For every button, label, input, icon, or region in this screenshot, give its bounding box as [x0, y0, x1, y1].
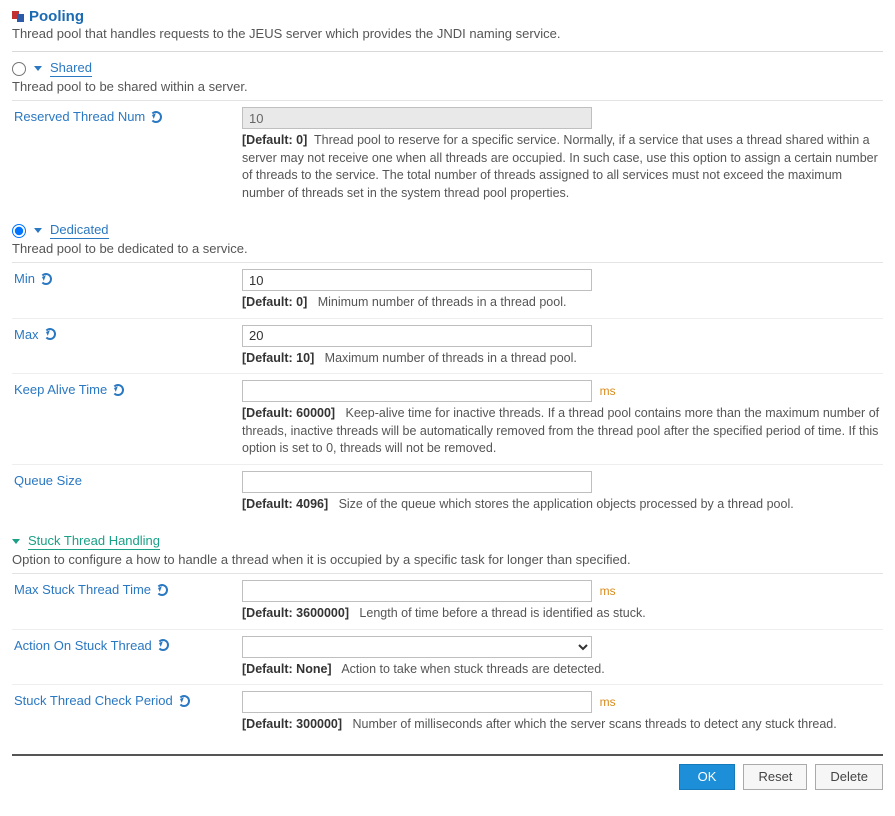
row-queue: Queue Size [Default: 4096] Size of the q… [12, 464, 883, 520]
min-label-text: Min [14, 271, 35, 286]
reserved-value-cell: [Default: 0] Thread pool to reserve for … [242, 107, 883, 202]
shared-radio[interactable] [12, 62, 26, 76]
max-default: [Default: 10] [242, 351, 314, 365]
flag-icon [12, 11, 25, 22]
page-title: Pooling [29, 8, 84, 25]
caret-down-icon[interactable] [34, 66, 42, 71]
refresh-icon[interactable] [44, 328, 56, 340]
button-row: OK Reset Delete [12, 764, 883, 790]
reserved-help: [Default: 0] Thread pool to reserve for … [242, 132, 883, 202]
queue-value-cell: [Default: 4096] Size of the queue which … [242, 471, 883, 514]
action-label-text: Action On Stuck Thread [14, 638, 152, 653]
dedicated-link[interactable]: Dedicated [50, 222, 109, 239]
refresh-icon[interactable] [40, 273, 52, 285]
max-help-text: Maximum number of threads in a thread po… [325, 351, 577, 365]
max-input[interactable] [242, 325, 592, 347]
stuck-link[interactable]: Stuck Thread Handling [28, 533, 160, 550]
maxstuck-unit: ms [600, 584, 616, 598]
row-reserved-thread-num: Reserved Thread Num [Default: 0] Thread … [12, 100, 883, 208]
row-action: Action On Stuck Thread [Default: None] A… [12, 629, 883, 685]
keepalive-label: Keep Alive Time [12, 380, 242, 397]
check-input[interactable] [242, 691, 592, 713]
action-select[interactable] [242, 636, 592, 658]
row-max: Max [Default: 10] Maximum number of thre… [12, 318, 883, 374]
ok-button[interactable]: OK [679, 764, 736, 790]
refresh-icon[interactable] [112, 384, 124, 396]
keepalive-help-text: Keep-alive time for inactive threads. If… [242, 406, 879, 455]
dedicated-desc: Thread pool to be dedicated to a service… [12, 241, 883, 256]
min-value-cell: [Default: 0] Minimum number of threads i… [242, 269, 883, 312]
action-value-cell: [Default: None] Action to take when stuc… [242, 636, 883, 679]
max-value-cell: [Default: 10] Maximum number of threads … [242, 325, 883, 368]
action-default: [Default: None] [242, 662, 332, 676]
maxstuck-default: [Default: 3600000] [242, 606, 349, 620]
dedicated-header: Dedicated [12, 222, 883, 239]
dedicated-radio[interactable] [12, 224, 26, 238]
row-keepalive: Keep Alive Time ms [Default: 60000] Keep… [12, 373, 883, 464]
queue-label-text: Queue Size [14, 473, 82, 488]
shared-link[interactable]: Shared [50, 60, 92, 77]
shared-desc: Thread pool to be shared within a server… [12, 79, 883, 94]
check-label: Stuck Thread Check Period [12, 691, 242, 708]
action-help-text: Action to take when stuck threads are de… [341, 662, 604, 676]
caret-down-icon[interactable] [12, 539, 20, 544]
maxstuck-value-cell: ms [Default: 3600000] Length of time bef… [242, 580, 883, 623]
keepalive-default: [Default: 60000] [242, 406, 335, 420]
check-label-text: Stuck Thread Check Period [14, 693, 173, 708]
max-help: [Default: 10] Maximum number of threads … [242, 350, 883, 368]
queue-label: Queue Size [12, 471, 242, 488]
queue-help-text: Size of the queue which stores the appli… [339, 497, 794, 511]
action-label: Action On Stuck Thread [12, 636, 242, 653]
max-label-text: Max [14, 327, 39, 342]
check-unit: ms [600, 695, 616, 709]
maxstuck-label-text: Max Stuck Thread Time [14, 582, 151, 597]
min-help: [Default: 0] Minimum number of threads i… [242, 294, 883, 312]
refresh-icon[interactable] [150, 111, 162, 123]
refresh-icon[interactable] [178, 695, 190, 707]
queue-help: [Default: 4096] Size of the queue which … [242, 496, 883, 514]
refresh-icon[interactable] [156, 584, 168, 596]
action-help: [Default: None] Action to take when stuc… [242, 661, 883, 679]
footer-divider [12, 754, 883, 756]
reserved-label-text: Reserved Thread Num [14, 109, 145, 124]
min-label: Min [12, 269, 242, 286]
maxstuck-help-text: Length of time before a thread is identi… [359, 606, 645, 620]
stuck-header: Stuck Thread Handling [12, 533, 883, 550]
maxstuck-input[interactable] [242, 580, 592, 602]
queue-default: [Default: 4096] [242, 497, 328, 511]
divider [12, 51, 883, 52]
row-min: Min [Default: 0] Minimum number of threa… [12, 262, 883, 318]
shared-header: Shared [12, 60, 883, 77]
queue-input[interactable] [242, 471, 592, 493]
delete-button[interactable]: Delete [815, 764, 883, 790]
keepalive-help: [Default: 60000] Keep-alive time for ina… [242, 405, 883, 458]
keepalive-unit: ms [600, 384, 616, 398]
check-help-text: Number of milliseconds after which the s… [352, 717, 836, 731]
check-help: [Default: 300000] Number of milliseconds… [242, 716, 883, 734]
reserved-default: [Default: 0] [242, 133, 307, 147]
row-check: Stuck Thread Check Period ms [Default: 3… [12, 684, 883, 740]
refresh-icon[interactable] [157, 639, 169, 651]
caret-down-icon[interactable] [34, 228, 42, 233]
check-value-cell: ms [Default: 300000] Number of milliseco… [242, 691, 883, 734]
check-default: [Default: 300000] [242, 717, 342, 731]
page-desc: Thread pool that handles requests to the… [12, 26, 883, 41]
reserved-label: Reserved Thread Num [12, 107, 242, 124]
min-help-text: Minimum number of threads in a thread po… [318, 295, 567, 309]
min-default: [Default: 0] [242, 295, 307, 309]
keepalive-label-text: Keep Alive Time [14, 382, 107, 397]
reset-button[interactable]: Reset [743, 764, 807, 790]
reserved-input [242, 107, 592, 129]
keepalive-input[interactable] [242, 380, 592, 402]
row-maxstuck: Max Stuck Thread Time ms [Default: 36000… [12, 573, 883, 629]
max-label: Max [12, 325, 242, 342]
stuck-desc: Option to configure a how to handle a th… [12, 552, 883, 567]
reserved-help-text: Thread pool to reserve for a specific se… [242, 133, 878, 200]
keepalive-value-cell: ms [Default: 60000] Keep-alive time for … [242, 380, 883, 458]
maxstuck-label: Max Stuck Thread Time [12, 580, 242, 597]
section-header: Pooling [12, 8, 883, 25]
maxstuck-help: [Default: 3600000] Length of time before… [242, 605, 883, 623]
min-input[interactable] [242, 269, 592, 291]
